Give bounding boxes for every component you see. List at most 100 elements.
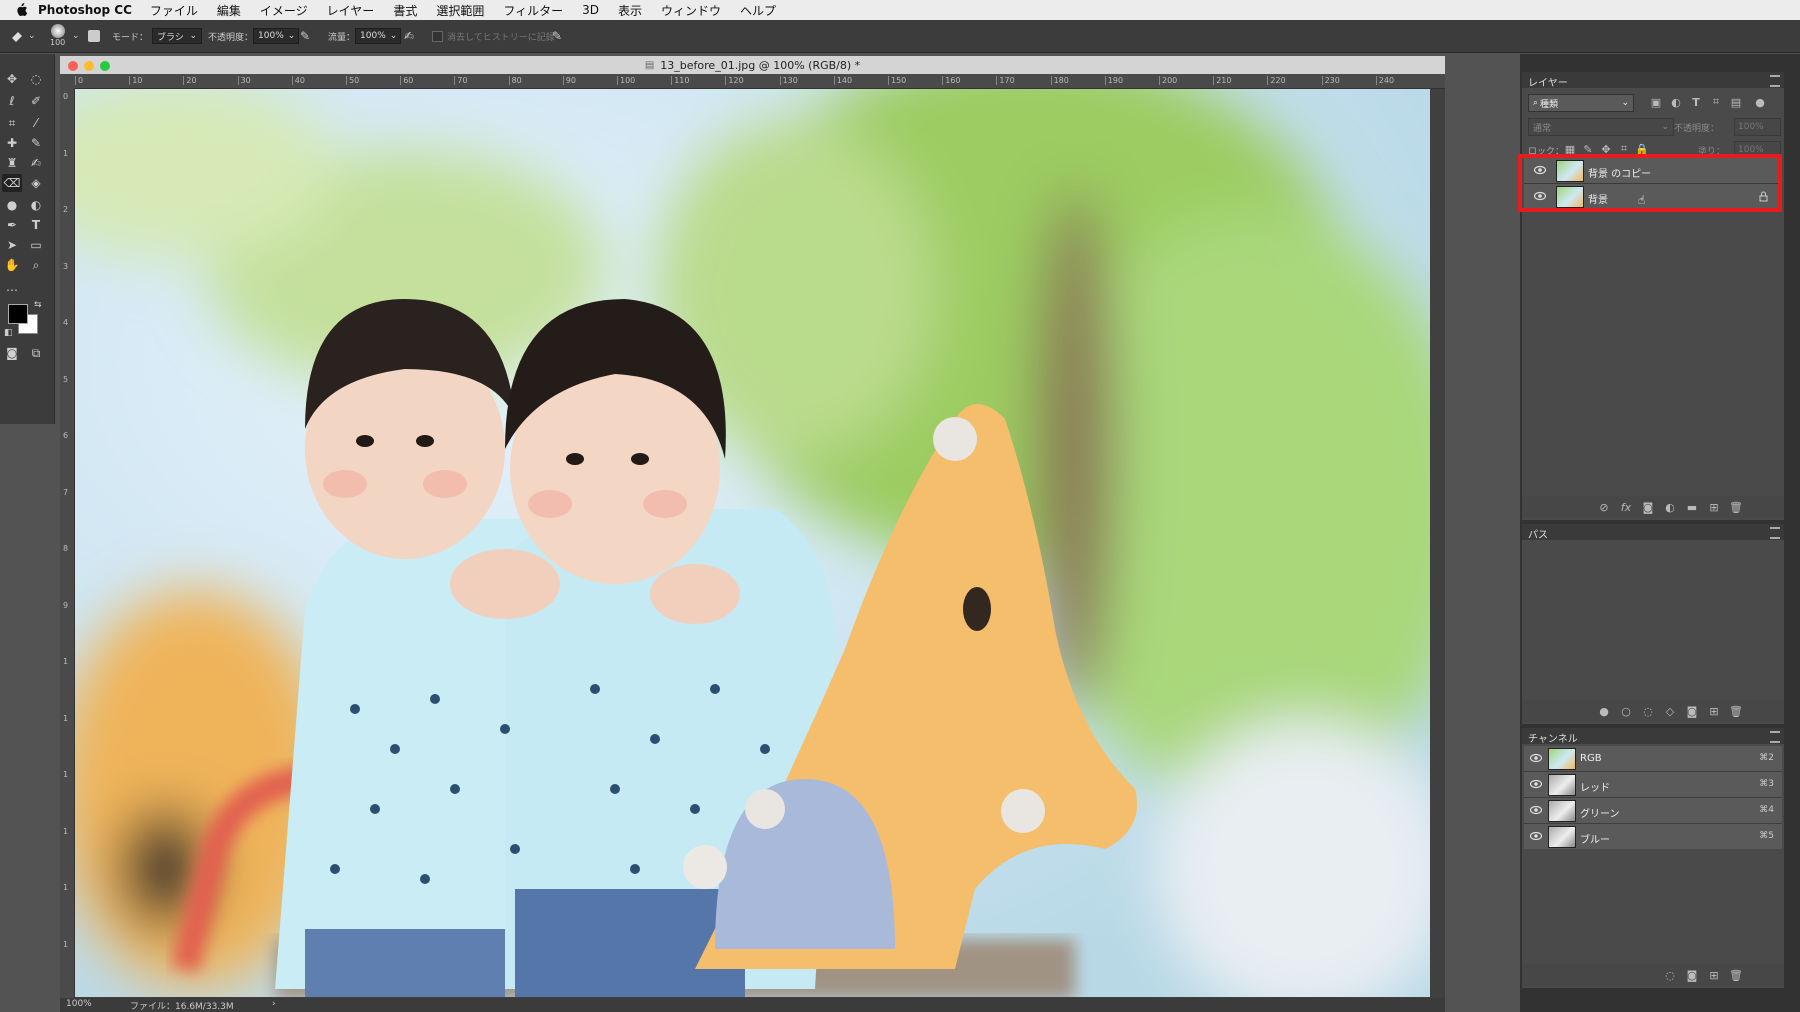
menu-3d[interactable]: 3D xyxy=(582,3,599,17)
shape-filter-icon[interactable]: ⌗ xyxy=(1710,95,1722,108)
smart-object-filter-icon[interactable]: ▤ xyxy=(1730,96,1742,109)
fill-path-icon[interactable]: ● xyxy=(1598,705,1610,718)
crop-tool-icon[interactable]: ⌗ xyxy=(2,114,22,132)
type-filter-icon[interactable]: T xyxy=(1690,96,1702,109)
zoom-level[interactable]: 100% xyxy=(66,999,92,1009)
eyedropper-tool-icon[interactable]: ⁄ xyxy=(26,114,46,132)
erase-to-history-checkbox[interactable]: 消去してヒストリーに記録 xyxy=(432,28,555,44)
menu-edit[interactable]: 編集 xyxy=(217,2,241,19)
selection-to-path-icon[interactable]: ◇ xyxy=(1664,705,1676,718)
menu-file[interactable]: ファイル xyxy=(150,2,198,19)
panel-menu-icon[interactable] xyxy=(1770,527,1780,539)
type-tool-icon[interactable]: T xyxy=(26,216,46,234)
pen-tool-icon[interactable]: ✒ xyxy=(2,216,22,234)
visibility-eye-icon[interactable] xyxy=(1530,831,1542,841)
pressure-opacity-icon[interactable]: ✎ xyxy=(300,28,310,44)
eraser-tool-icon[interactable]: ⌫ xyxy=(2,174,22,192)
new-path-icon[interactable]: ⊞ xyxy=(1708,705,1720,718)
blur-tool-icon[interactable]: ● xyxy=(2,196,22,214)
brush-settings-icon[interactable] xyxy=(88,28,100,44)
add-mask-icon[interactable]: ◙ xyxy=(1686,705,1698,718)
foreground-color-swatch[interactable] xyxy=(8,304,28,324)
add-mask-icon[interactable]: ◙ xyxy=(1642,501,1654,514)
channel-row-green[interactable]: グリーン ⌘4 xyxy=(1524,798,1782,824)
link-layers-icon[interactable]: ⊘ xyxy=(1598,501,1610,514)
mode-dropdown[interactable]: ブラシ ⌄ xyxy=(152,28,203,44)
default-colors-icon[interactable]: ◧ xyxy=(4,328,13,338)
path-select-tool-icon[interactable]: ➤ xyxy=(2,236,22,254)
screen-mode-icon[interactable]: ⧉ xyxy=(26,344,46,362)
minimize-window-button[interactable] xyxy=(84,61,94,71)
brush-preset-picker[interactable]: 100 xyxy=(50,24,65,50)
brush-picker-dropdown[interactable]: ⌄ xyxy=(72,28,80,44)
panel-menu-icon[interactable] xyxy=(1770,731,1780,743)
flow-field[interactable]: 100% ⌄ xyxy=(355,28,402,44)
image-canvas[interactable] xyxy=(75,89,1430,997)
history-brush-tool-icon[interactable]: ✍ xyxy=(26,154,46,172)
visibility-eye-icon[interactable] xyxy=(1530,779,1542,789)
paths-panel-tab[interactable]: パス xyxy=(1522,524,1784,541)
menu-window[interactable]: ウィンドウ xyxy=(661,2,721,19)
blend-mode-dropdown[interactable]: 通常 ⌄ xyxy=(1528,118,1674,136)
lasso-tool-icon[interactable]: ℓ xyxy=(2,92,22,110)
pixel-layer-filter-icon[interactable]: ▣ xyxy=(1650,96,1662,109)
clone-stamp-tool-icon[interactable]: ♜ xyxy=(2,154,22,172)
delete-layer-icon[interactable]: 🗑 xyxy=(1729,501,1743,514)
adjustment-filter-icon[interactable]: ◐ xyxy=(1670,96,1682,109)
brush-tool-icon[interactable]: ✎ xyxy=(26,134,46,152)
menu-filter[interactable]: フィルター xyxy=(503,2,563,19)
eraser-tool-preset[interactable]: ⌄ xyxy=(10,28,36,44)
channel-row-red[interactable]: レッド ⌘3 xyxy=(1524,772,1782,798)
channel-to-selection-icon[interactable]: ◌ xyxy=(1664,969,1676,982)
swap-colors-icon[interactable]: ⇆ xyxy=(34,300,42,310)
delete-path-icon[interactable]: 🗑 xyxy=(1729,705,1743,718)
marquee-tool-icon[interactable]: ◌ xyxy=(26,70,46,88)
rectangle-tool-icon[interactable]: ▭ xyxy=(26,236,46,254)
hand-tool-icon[interactable]: ✋ xyxy=(2,256,22,274)
new-adjustment-icon[interactable]: ◐ xyxy=(1664,501,1676,514)
opacity-field[interactable]: 100% ⌄ xyxy=(253,28,300,44)
file-size-info[interactable]: ファイル：16.6M/33.3M xyxy=(130,999,234,1012)
panel-menu-icon[interactable] xyxy=(1770,75,1780,87)
new-layer-icon[interactable]: ⊞ xyxy=(1708,501,1720,514)
zoom-tool-icon[interactable]: ⌕ xyxy=(26,256,46,274)
document-title-bar[interactable]: ▤ 13_before_01.jpg @ 100% (RGB/8) * xyxy=(60,56,1445,74)
path-to-selection-icon[interactable]: ◌ xyxy=(1642,705,1654,718)
new-channel-icon[interactable]: ⊞ xyxy=(1708,969,1720,982)
filter-toggle-icon[interactable]: ● xyxy=(1754,96,1766,109)
menu-layer[interactable]: レイヤー xyxy=(327,2,375,19)
layer-opacity-field[interactable]: 100% xyxy=(1734,118,1781,136)
paint-bucket-tool-icon[interactable]: ◈ xyxy=(26,174,46,192)
horizontal-ruler[interactable]: 0 10 20 30 40 50 60 70 80 90 100 110 120 130 140 150 160… xyxy=(60,74,1445,89)
delete-channel-icon[interactable]: 🗑 xyxy=(1729,969,1743,982)
move-tool-icon[interactable]: ✥ xyxy=(2,70,22,88)
airbrush-icon[interactable]: ✍ xyxy=(404,28,414,44)
app-name[interactable]: Photoshop CC xyxy=(38,3,132,17)
fx-icon[interactable]: fx xyxy=(1620,501,1632,514)
menu-type[interactable]: 書式 xyxy=(393,2,417,19)
menu-help[interactable]: ヘルプ xyxy=(740,2,776,19)
channel-row-blue[interactable]: ブルー ⌘5 xyxy=(1524,824,1782,849)
menu-view[interactable]: 表示 xyxy=(618,2,642,19)
dodge-tool-icon[interactable]: ◐ xyxy=(26,196,46,214)
visibility-eye-icon[interactable] xyxy=(1530,753,1542,763)
save-selection-icon[interactable]: ◙ xyxy=(1686,969,1698,982)
vertical-ruler[interactable]: 0 1 2 3 4 5 6 7 8 9 1 1 1 1 1 1 xyxy=(60,88,75,998)
menu-select[interactable]: 選択範囲 xyxy=(436,2,484,19)
healing-brush-tool-icon[interactable]: ✚ xyxy=(2,134,22,152)
quick-select-tool-icon[interactable]: ✐ xyxy=(26,92,46,110)
zoom-window-button[interactable] xyxy=(100,61,110,71)
apple-icon[interactable] xyxy=(14,3,28,17)
layers-panel-tab[interactable]: レイヤー xyxy=(1522,72,1784,89)
menu-image[interactable]: イメージ xyxy=(260,2,308,19)
more-tools-icon[interactable]: … xyxy=(2,278,22,296)
status-menu-arrow-icon[interactable]: › xyxy=(272,999,276,1009)
layer-kind-filter[interactable]: ⌕ 種類 ⌄ xyxy=(1528,94,1634,112)
close-window-button[interactable] xyxy=(68,61,78,71)
stroke-path-icon[interactable]: ○ xyxy=(1620,705,1632,718)
quick-mask-icon[interactable]: ◙ xyxy=(2,344,22,362)
pressure-size-icon[interactable]: ✎ xyxy=(552,28,562,44)
visibility-eye-icon[interactable] xyxy=(1530,805,1542,815)
new-group-icon[interactable]: ▬ xyxy=(1686,501,1698,514)
channel-row-rgb[interactable]: RGB ⌘2 xyxy=(1524,746,1782,772)
